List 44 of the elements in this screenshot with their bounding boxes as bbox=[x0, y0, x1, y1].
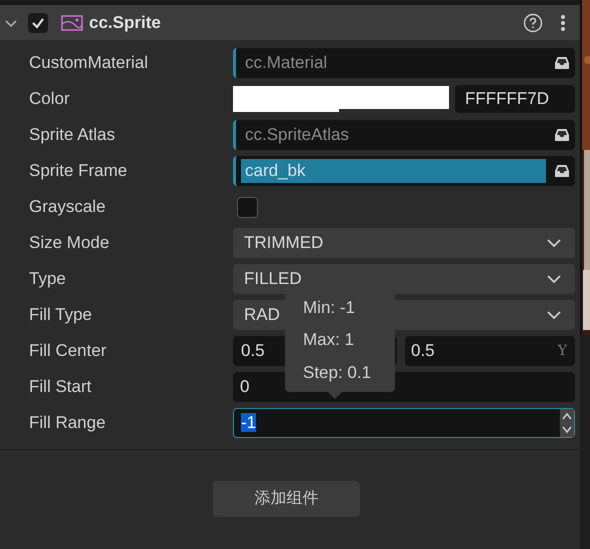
asset-field[interactable]: cc.SpriteAtlas bbox=[233, 120, 575, 150]
asset-value: card_bk bbox=[241, 159, 546, 183]
dropdown[interactable]: FILLED bbox=[233, 264, 575, 294]
dropdown-chevron-icon bbox=[547, 238, 561, 248]
asset-field[interactable]: cc.Material bbox=[233, 48, 575, 78]
y-field[interactable]: 0.5 Y bbox=[405, 336, 575, 366]
enabled-checkbox[interactable] bbox=[28, 12, 48, 32]
property-label: Fill Range bbox=[28, 412, 107, 434]
property-label: Grayscale bbox=[28, 196, 107, 218]
checkmark-icon bbox=[31, 16, 45, 30]
y-value: 0.5 bbox=[411, 340, 436, 362]
image-icon bbox=[61, 14, 83, 30]
dropdown-chevron-icon bbox=[547, 310, 561, 320]
hex-field[interactable]: FFFFFF7D bbox=[455, 85, 575, 113]
help-icon[interactable] bbox=[523, 12, 543, 32]
number-value: -1 bbox=[241, 412, 256, 434]
checkbox[interactable] bbox=[237, 196, 258, 218]
spinner-icon[interactable] bbox=[560, 409, 574, 437]
dropdown-value: FILLED bbox=[244, 268, 302, 290]
asset-value: cc.SpriteAtlas bbox=[244, 124, 350, 146]
property-label: CustomMaterial bbox=[28, 52, 150, 74]
asset-value: cc.Material bbox=[244, 52, 328, 74]
number-value: 0 bbox=[240, 376, 250, 398]
property-label: Fill Type bbox=[28, 304, 93, 326]
dropdown[interactable]: TRIMMED bbox=[233, 228, 575, 258]
dropdown-value: RAD bbox=[244, 304, 280, 326]
property-label: Sprite Atlas bbox=[28, 124, 116, 146]
dropdown-chevron-icon bbox=[547, 274, 561, 284]
asset-picker-icon[interactable] bbox=[554, 164, 570, 178]
axis-label: Y bbox=[558, 342, 567, 360]
asset-picker-icon[interactable] bbox=[554, 56, 570, 70]
property-label: Size Mode bbox=[28, 232, 110, 254]
number-field[interactable]: -1 bbox=[233, 408, 575, 438]
tooltip-line: Max: 1 bbox=[303, 329, 356, 352]
add-component-button[interactable]: 添加组件 bbox=[213, 481, 360, 517]
property-label: Fill Start bbox=[28, 376, 92, 398]
dropdown-value: TRIMMED bbox=[244, 232, 324, 254]
component-title: cc.Sprite bbox=[89, 12, 161, 34]
asset-picker-icon[interactable] bbox=[554, 128, 570, 142]
property-label: Type bbox=[28, 268, 67, 290]
property-label: Sprite Frame bbox=[28, 160, 128, 182]
more-icon[interactable] bbox=[560, 14, 566, 32]
property-label: Fill Center bbox=[28, 340, 108, 362]
property-label: Color bbox=[28, 88, 71, 110]
